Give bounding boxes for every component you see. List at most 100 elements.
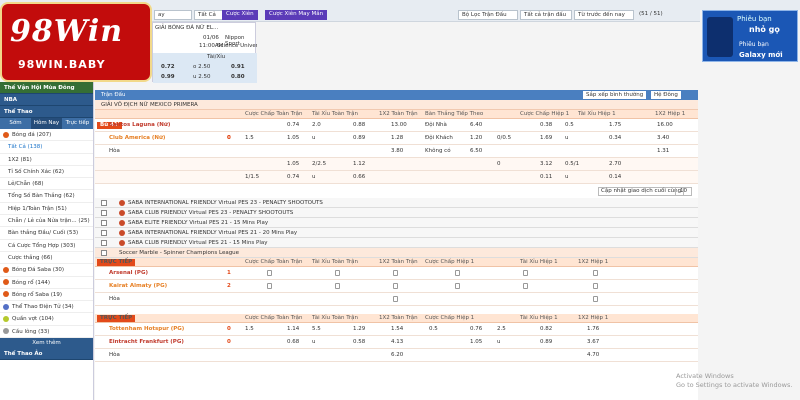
table-row: Bù 41' Santos Laguna (Nữ) 0.74 2.0 0.88 … bbox=[95, 119, 698, 132]
league-group[interactable]: SABA ELITE FRIENDLY Virtual PES 21 - 15 … bbox=[95, 218, 698, 228]
expand-icon[interactable] bbox=[101, 250, 107, 256]
popup-odd[interactable]: 0.72 bbox=[161, 64, 175, 70]
odd[interactable]: 1.05 bbox=[470, 339, 482, 345]
all-matches-select[interactable]: Tất cả trận đấu bbox=[520, 10, 572, 20]
odd[interactable]: 1.76 bbox=[587, 326, 599, 332]
odd[interactable]: 1.31 bbox=[657, 148, 669, 154]
odd[interactable]: 1.20 bbox=[470, 135, 482, 141]
odd[interactable]: 3.12 bbox=[540, 161, 552, 167]
odd[interactable]: 0.38 bbox=[540, 122, 552, 128]
lock-icon bbox=[267, 283, 272, 289]
tab-live[interactable]: Trực tiếp bbox=[62, 118, 93, 129]
odd[interactable]: 0.74 bbox=[287, 122, 299, 128]
sidebar-item[interactable]: Chẵn / Lẻ của Nửa trận... (25) bbox=[0, 215, 93, 228]
sidebar-item-tennis[interactable]: Quần vợt (104) bbox=[0, 313, 93, 326]
odds-type-dropdown[interactable]: Hệ Đông bbox=[651, 91, 681, 99]
odd[interactable]: 3.80 bbox=[391, 148, 403, 154]
odd[interactable]: 0.89 bbox=[353, 135, 365, 141]
odd[interactable]: 1.14 bbox=[287, 326, 299, 332]
odd[interactable]: 0.89 bbox=[540, 339, 552, 345]
odd[interactable]: 0.58 bbox=[353, 339, 365, 345]
sidebar-item[interactable]: Cá Cược Tổng Hợp (303) bbox=[0, 240, 93, 252]
odd[interactable]: 0.11 bbox=[540, 174, 552, 180]
featured-match-card[interactable]: GIẢI BÓNG ĐÁ NỮ EL... 01/06 11:00AM Nipp… bbox=[152, 22, 257, 83]
promo-banner[interactable]: Phiêu bạn nhỏ gọ Phiêu bạn Galaxy mới bbox=[702, 10, 798, 62]
league-label-select[interactable]: ay bbox=[154, 10, 192, 20]
sidebar-item[interactable]: Tất Cả (138) bbox=[0, 141, 93, 154]
score-home: 1 bbox=[227, 270, 231, 276]
sidebar-item[interactable]: Lẻ/Chẵn (68) bbox=[0, 178, 93, 191]
mix-parlay-button[interactable]: Cược Xiên bbox=[222, 10, 258, 20]
sidebar-item[interactable]: Cược thắng (66) bbox=[0, 252, 93, 265]
popup-odd[interactable]: 0.91 bbox=[231, 64, 245, 70]
site-logo[interactable]: 98Win 98WIN.BABY bbox=[0, 2, 152, 82]
odd[interactable]: 1.05 bbox=[287, 161, 299, 167]
odd[interactable]: 1.05 bbox=[287, 135, 299, 141]
odd[interactable]: 2.70 bbox=[609, 161, 621, 167]
odd[interactable]: 6.50 bbox=[470, 148, 482, 154]
match-filter-select[interactable]: Bộ Lọc Trận Đấu bbox=[458, 10, 518, 20]
sort-dropdown[interactable]: Sắp xếp bình thường bbox=[583, 91, 647, 99]
odd[interactable]: 0.66 bbox=[353, 174, 365, 180]
last-update-select[interactable]: Cập nhật giao dịch cuối cùng bbox=[598, 187, 685, 196]
sidebar-item-saba-basketball[interactable]: Bóng rổ Saba (19) bbox=[0, 289, 93, 302]
expand-icon[interactable] bbox=[101, 210, 107, 216]
page-size-select[interactable]: 10 bbox=[675, 187, 692, 196]
tab-today[interactable]: Hôm Nay bbox=[31, 118, 62, 129]
league-group[interactable]: Soccer Marble - Spinner Champions League bbox=[95, 248, 698, 258]
section-header: Trận Đấu Sắp xếp bình thường Hệ Đông bbox=[95, 90, 698, 100]
sidebar-item-saba-soccer[interactable]: Bóng Đá Saba (30) bbox=[0, 264, 93, 277]
popup-odd[interactable]: 0.80 bbox=[231, 74, 245, 80]
odd[interactable]: 4.70 bbox=[587, 352, 599, 358]
sidebar-item-basketball[interactable]: Bóng rổ (144) bbox=[0, 277, 93, 289]
odd[interactable]: 4.13 bbox=[391, 339, 403, 345]
lucky-parlay-button[interactable]: Cược Xiên May Mắn bbox=[265, 10, 328, 20]
odd[interactable]: 1.69 bbox=[540, 135, 552, 141]
expand-icon[interactable] bbox=[101, 240, 107, 246]
odd[interactable]: 1.54 bbox=[391, 326, 403, 332]
expand-icon[interactable] bbox=[101, 220, 107, 226]
odd[interactable]: 16.00 bbox=[657, 122, 673, 128]
league-group[interactable]: SABA INTERNATIONAL FRIENDLY Virtual PES … bbox=[95, 198, 698, 208]
league-group[interactable]: SABA CLUB FRIENDLY Virtual PES 23 - PENA… bbox=[95, 208, 698, 218]
sidebar-tabs: Sớm Hôm Nay Trực tiếp bbox=[0, 118, 93, 129]
league-group[interactable]: SABA INTERNATIONAL FRIENDLY Virtual PES … bbox=[95, 228, 698, 238]
sidebar-item[interactable]: Tổng Số Bàn Thắng (62) bbox=[0, 190, 93, 203]
odd[interactable]: 0.74 bbox=[287, 174, 299, 180]
col-header: 1X2 Toàn Trận bbox=[379, 259, 418, 265]
expand-icon[interactable] bbox=[101, 200, 107, 206]
sidebar-item[interactable]: Hiệp 1/Toàn Trận (51) bbox=[0, 203, 93, 216]
sidebar-item[interactable]: 1X2 (81) bbox=[0, 154, 93, 166]
odd[interactable]: 6.20 bbox=[391, 352, 403, 358]
odd[interactable]: 0.14 bbox=[609, 174, 621, 180]
odd[interactable]: 1.75 bbox=[609, 122, 621, 128]
odd[interactable]: 1.12 bbox=[353, 161, 365, 167]
sort-select[interactable]: Từ trước đến nay bbox=[574, 10, 634, 20]
odd[interactable]: 0.34 bbox=[609, 135, 621, 141]
sidebar-item-soccer[interactable]: Bóng đá (207) bbox=[0, 129, 93, 142]
odd[interactable]: 0.82 bbox=[540, 326, 552, 332]
sidebar-item[interactable]: Bàn thắng Đầu/ Cuối (53) bbox=[0, 227, 93, 240]
sidebar-nba[interactable]: NBA bbox=[0, 94, 93, 106]
sidebar-item-badminton[interactable]: Cầu lông (33) bbox=[0, 326, 93, 339]
odd[interactable]: 1.29 bbox=[353, 326, 365, 332]
see-more-button[interactable]: Xem thêm bbox=[0, 338, 93, 349]
sidebar-sports[interactable]: Thể Thao bbox=[0, 106, 93, 118]
popup-odd[interactable]: 0.99 bbox=[161, 74, 175, 80]
odd[interactable]: 3.67 bbox=[587, 339, 599, 345]
sidebar-winter-olympics[interactable]: Thế Vận Hội Mùa Đông bbox=[0, 82, 93, 94]
sidebar-item-esports[interactable]: Thể Thao Điện Tử (34) bbox=[0, 301, 93, 314]
odd[interactable]: 0.68 bbox=[287, 339, 299, 345]
sidebar-virtual-sports[interactable]: Thể Thao Ảo bbox=[0, 348, 93, 361]
odd[interactable]: 6.40 bbox=[470, 122, 482, 128]
odd[interactable]: 13.00 bbox=[391, 122, 407, 128]
sidebar-item[interactable]: Tỉ Số Chính Xác (62) bbox=[0, 166, 93, 179]
odd[interactable]: 1.28 bbox=[391, 135, 403, 141]
odd[interactable]: 0.76 bbox=[470, 326, 482, 332]
league-header[interactable]: GIẢI VÔ ĐỊCH NỮ MEXICO PRIMERA bbox=[95, 100, 698, 110]
odd[interactable]: 0.88 bbox=[353, 122, 365, 128]
tab-early[interactable]: Sớm bbox=[0, 118, 31, 129]
expand-icon[interactable] bbox=[101, 230, 107, 236]
league-group[interactable]: SABA CLUB FRIENDLY Virtual PES 21 - 15 M… bbox=[95, 238, 698, 248]
odd[interactable]: 3.40 bbox=[657, 135, 669, 141]
